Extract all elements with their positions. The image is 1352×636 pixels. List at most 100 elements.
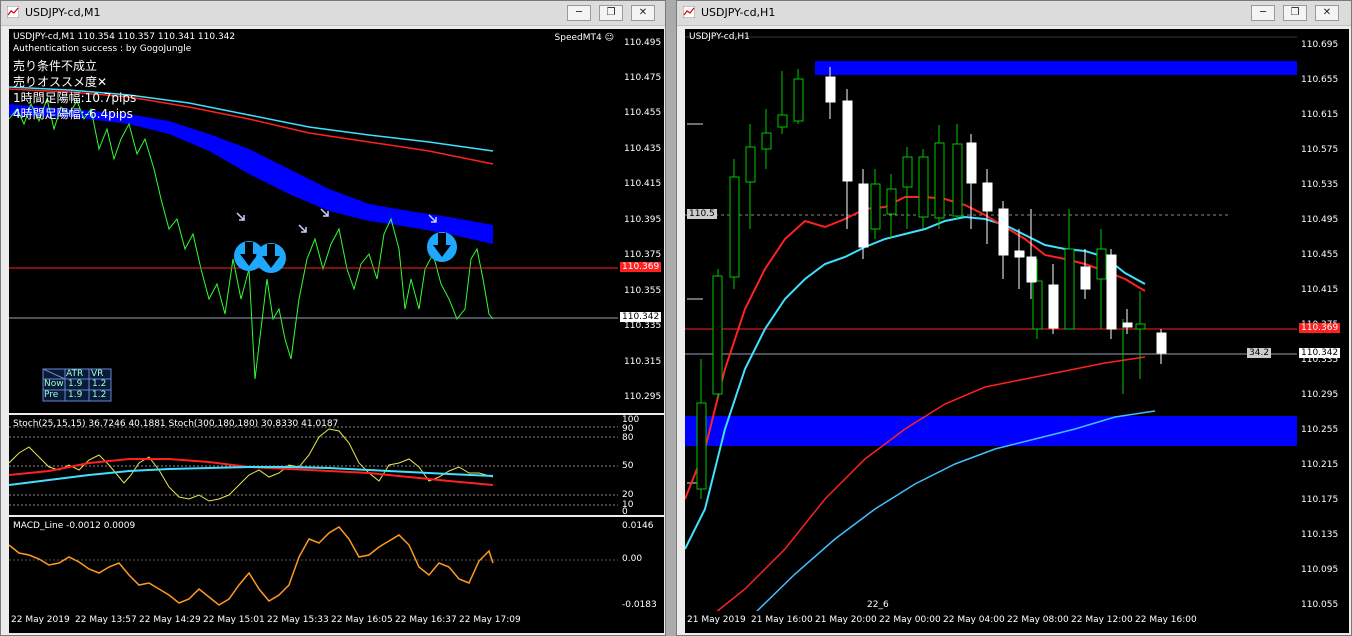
right-window-titlebar[interactable]: USDJPY-cd,H1 ─ ❐ ✕ [677,1,1351,26]
now-atr-value: 1.9 [68,379,83,389]
stoch-tick: 20 [622,490,634,500]
pips-label: 34.2 [1247,348,1272,358]
price-tick: 110.695 [1301,40,1339,50]
slow-red-ma [714,356,1146,613]
indicator-label: SpeedMT4 ☺ [554,33,614,43]
sell-signal-icon [256,243,286,273]
close-button[interactable]: ✕ [631,5,655,21]
time-tick: 22 May 13:57 [75,615,137,625]
chart-window-icon [7,6,19,18]
symbol-ohlc-line: USDJPY-cd,M1 110.354 110.357 110.341 110… [13,32,236,42]
price-tick: 110.455 [1301,250,1339,260]
price-tick: 110.355 [624,286,662,296]
price-tick: 110.455 [624,108,662,118]
price-tick: 110.495 [1301,215,1339,225]
price-tick: 110.175 [1301,495,1339,505]
price-tick: 110.215 [1301,460,1339,470]
price-tick: 110.615 [1301,110,1339,120]
left-window-titlebar[interactable]: USDJPY-cd,M1 ─ ❐ ✕ [1,1,665,26]
macd-label: MACD_Line -0.0012 0.0009 [13,521,136,531]
price-tick: 110.295 [624,392,662,402]
stochastic-label: Stoch(25,15,15) 36.7246 40.1881 Stoch(30… [13,419,339,429]
pre-row-label: Pre [44,390,59,400]
sell-recommendation-text: 売りオススメ度✕ [13,75,108,89]
stochastic-canvas [9,426,618,506]
right-chart-window[interactable]: USDJPY-cd,H1 ─ ❐ ✕ USDJPY-cd,H1 110.5 34… [676,0,1352,636]
m1-price-chart[interactable]: USDJPY-cd,M1 110.354 110.357 110.341 110… [9,29,618,413]
price-tick: 110.435 [624,144,662,154]
macd-canvas [9,526,618,606]
time-tick: 22 May 16:37 [395,615,457,625]
time-tick: 22 May 15:01 [203,615,265,625]
time-tick: 22 May 17:09 [459,615,521,625]
restore-button[interactable]: ❐ [599,5,623,21]
price-tick: 110.395 [624,215,662,225]
close-button[interactable]: ✕ [1315,5,1339,21]
h1-price-axis[interactable]: 110.695 110.655 110.615 110.575 110.535 … [1297,29,1349,613]
left-chart-window[interactable]: USDJPY-cd,M1 ─ ❐ ✕ USDJPY-cd,M1 110.354 … [0,0,666,636]
red-line-price-label: 110.369 [1299,323,1341,333]
m1-price-axis[interactable]: 110.495 110.475 110.455 110.435 110.415 … [618,29,664,413]
price-tick: 110.415 [1301,285,1339,295]
macd-line [9,526,494,606]
price-tick: 110.575 [1301,145,1339,155]
stochastic-axis[interactable]: 100 90 80 50 20 10 0 [618,415,664,517]
sell-condition-text: 売り条件不成立 [13,59,98,73]
minimize-button[interactable]: ─ [567,5,591,21]
h1-range-text: 1時間足陽幅:10.7pips [13,91,137,105]
support-zone [685,416,1297,446]
minimize-button[interactable]: ─ [1251,5,1275,21]
time-tick: 21 May 2019 [687,615,746,625]
time-tick: 22 May 2019 [11,615,70,625]
time-tick: 22 May 04:00 [943,615,1005,625]
price-tick: 110.095 [1301,565,1339,575]
stoch-tick: 0 [622,507,628,517]
macd-axis[interactable]: 0.0146 0.00 -0.0183 [618,517,664,611]
time-tick: 22 May 12:00 [1071,615,1133,625]
now-vr-value: 1.2 [92,379,107,389]
restore-button[interactable]: ❐ [1283,5,1307,21]
atr-header: ATR [66,369,84,379]
h1-symbol-line: USDJPY-cd,H1 [689,32,750,42]
bid-price-label: 110.342 [1299,348,1341,358]
price-tick: 110.315 [624,357,662,367]
h1-time-axis[interactable]: 21 May 2019 21 May 16:00 21 May 20:00 22… [685,611,1349,633]
stochastic-subwindow[interactable]: Stoch(25,15,15) 36.7246 40.1881 Stoch(30… [9,415,618,515]
fast-cyan-ma [685,215,1146,550]
macd-tick: -0.0183 [622,600,657,610]
price-tick: 110.295 [1301,390,1339,400]
right-window-title: USDJPY-cd,H1 [701,6,776,19]
level-label: 110.5 [687,209,717,219]
h4-range-text: 4時間足陽幅:-6.4pips [13,107,133,121]
fast-red-ma [685,196,1146,500]
h1-price-chart-canvas [685,36,1297,613]
price-tick: 110.135 [1301,530,1339,540]
stoch-tick: 50 [622,461,634,471]
macd-tick: 0.00 [622,554,643,564]
price-tick: 110.535 [1301,180,1339,190]
time-tick: 22 May 08:00 [1007,615,1069,625]
time-tick: 21 May 16:00 [751,615,813,625]
h1-price-chart[interactable]: USDJPY-cd,H1 110.5 34.2 22_6 [685,29,1297,613]
time-tick: 21 May 20:00 [815,615,877,625]
left-window-title: USDJPY-cd,M1 [25,6,101,19]
time-tick: 22 May 14:29 [139,615,201,625]
time-tick: 22 May 16:00 [1135,615,1197,625]
price-tick: 110.335 [624,321,662,331]
price-tick: 110.655 [1301,75,1339,85]
vr-header: VR [91,369,104,379]
m1-time-axis[interactable]: 22 May 2019 22 May 13:57 22 May 14:29 22… [9,611,664,633]
blue-band [9,104,493,244]
bid-price-label: 110.342 [620,312,662,322]
red-line-price-label: 110.369 [620,262,662,272]
macd-subwindow[interactable]: MACD_Line -0.0012 0.0009 [9,517,618,611]
price-tick: 110.375 [624,250,662,260]
chart-window-icon [683,6,695,18]
price-tick: 110.055 [1301,600,1339,610]
sell-signal-icon [427,232,457,262]
macd-tick: 0.0146 [622,521,654,531]
period-separator-label: 22_6 [867,600,889,610]
now-row-label: Now [44,379,64,389]
price-tick: 110.255 [1301,425,1339,435]
price-tick: 110.475 [624,73,662,83]
